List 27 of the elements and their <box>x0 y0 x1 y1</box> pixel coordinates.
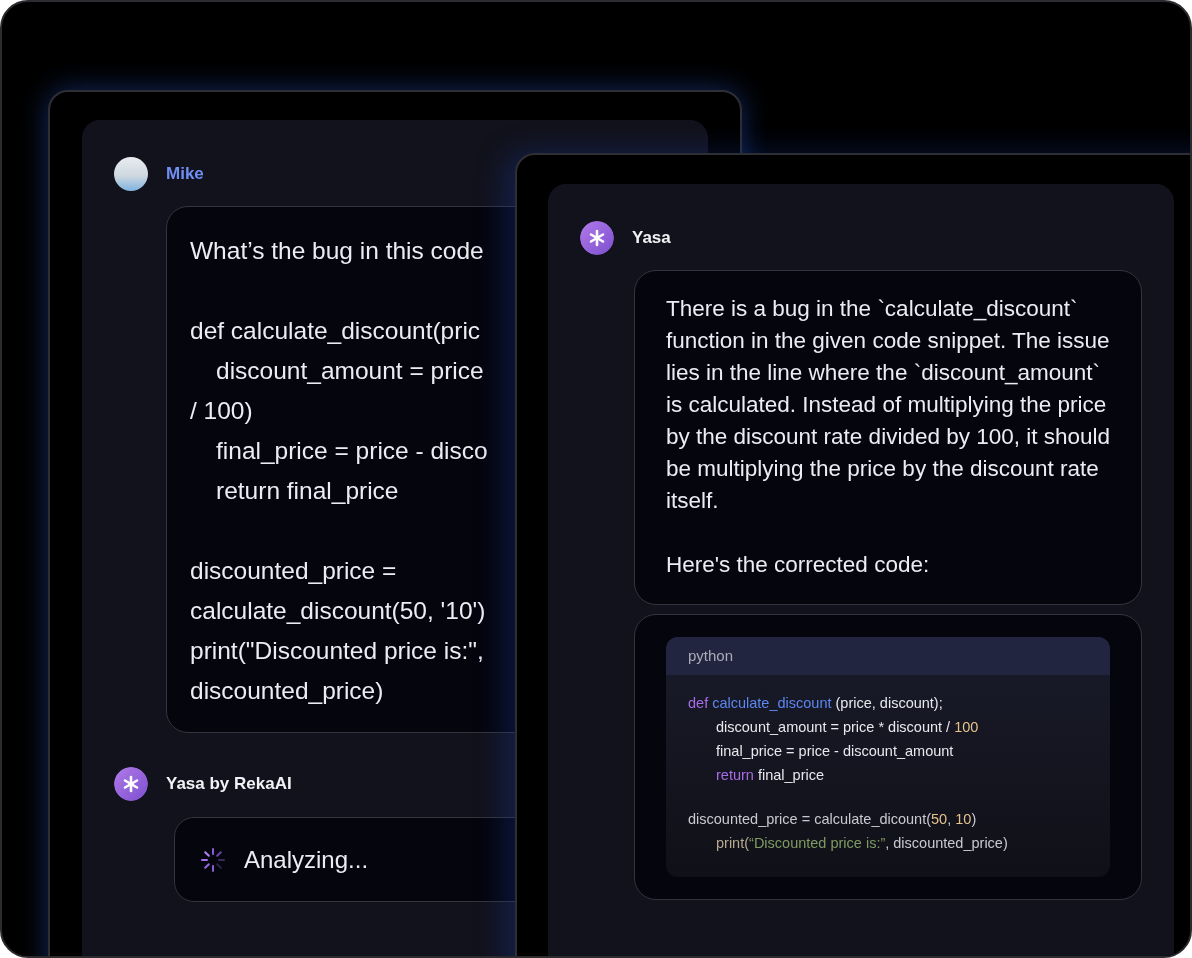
asterisk-avatar-icon <box>580 221 614 255</box>
code-line: def calculate_discount (price, discount); <box>688 694 943 713</box>
user-avatar <box>114 157 148 191</box>
status-text: Analyzing... <box>244 845 369 874</box>
message-paragraph: Here's the corrected code: <box>666 551 931 579</box>
message-line: What’s the bug in this code <box>190 236 484 266</box>
code-line: discount_amount = price * discount / 100 <box>715 718 979 737</box>
message-line: calculate_discount(50, '10') <box>190 596 486 626</box>
code-line: print(“Discounted price is:”, discounted_price) <box>715 834 1008 853</box>
message-line: / 100) <box>190 396 253 426</box>
message-line: discount_amount = price <box>215 356 484 386</box>
spinner-icon <box>200 846 226 873</box>
message-line: print("Discounted price is:", <box>190 636 484 666</box>
message-line: discounted_price) <box>190 676 384 706</box>
message-line: def calculate_discount(pric <box>190 316 481 346</box>
code-line: discounted_price = calculate_dicount(50, 10) <box>688 810 977 829</box>
message-line: final_price = price - disco <box>215 436 488 466</box>
message-line: return final_price <box>215 476 399 506</box>
code-language-label: python <box>666 637 1110 675</box>
code-line: final_price = price - discount_amount <box>715 742 954 761</box>
code-line: return final_price <box>715 766 824 785</box>
assistant-name: Yasa by RekaAI <box>166 774 292 794</box>
message-paragraph: There is a bug in the `calculate_discount` function in the given code snippet. The issue lies in the line where the `discount_amount` is calculated. Instead of multiplying the price by the discount rate divided by 100, it should be multiplying the price by the discount rate itself. <box>666 295 1111 515</box>
message-line: discounted_price = <box>190 556 397 586</box>
assistant-name: Yasa <box>632 228 671 248</box>
user-name: Mike <box>166 164 204 184</box>
asterisk-avatar-icon <box>114 767 148 801</box>
